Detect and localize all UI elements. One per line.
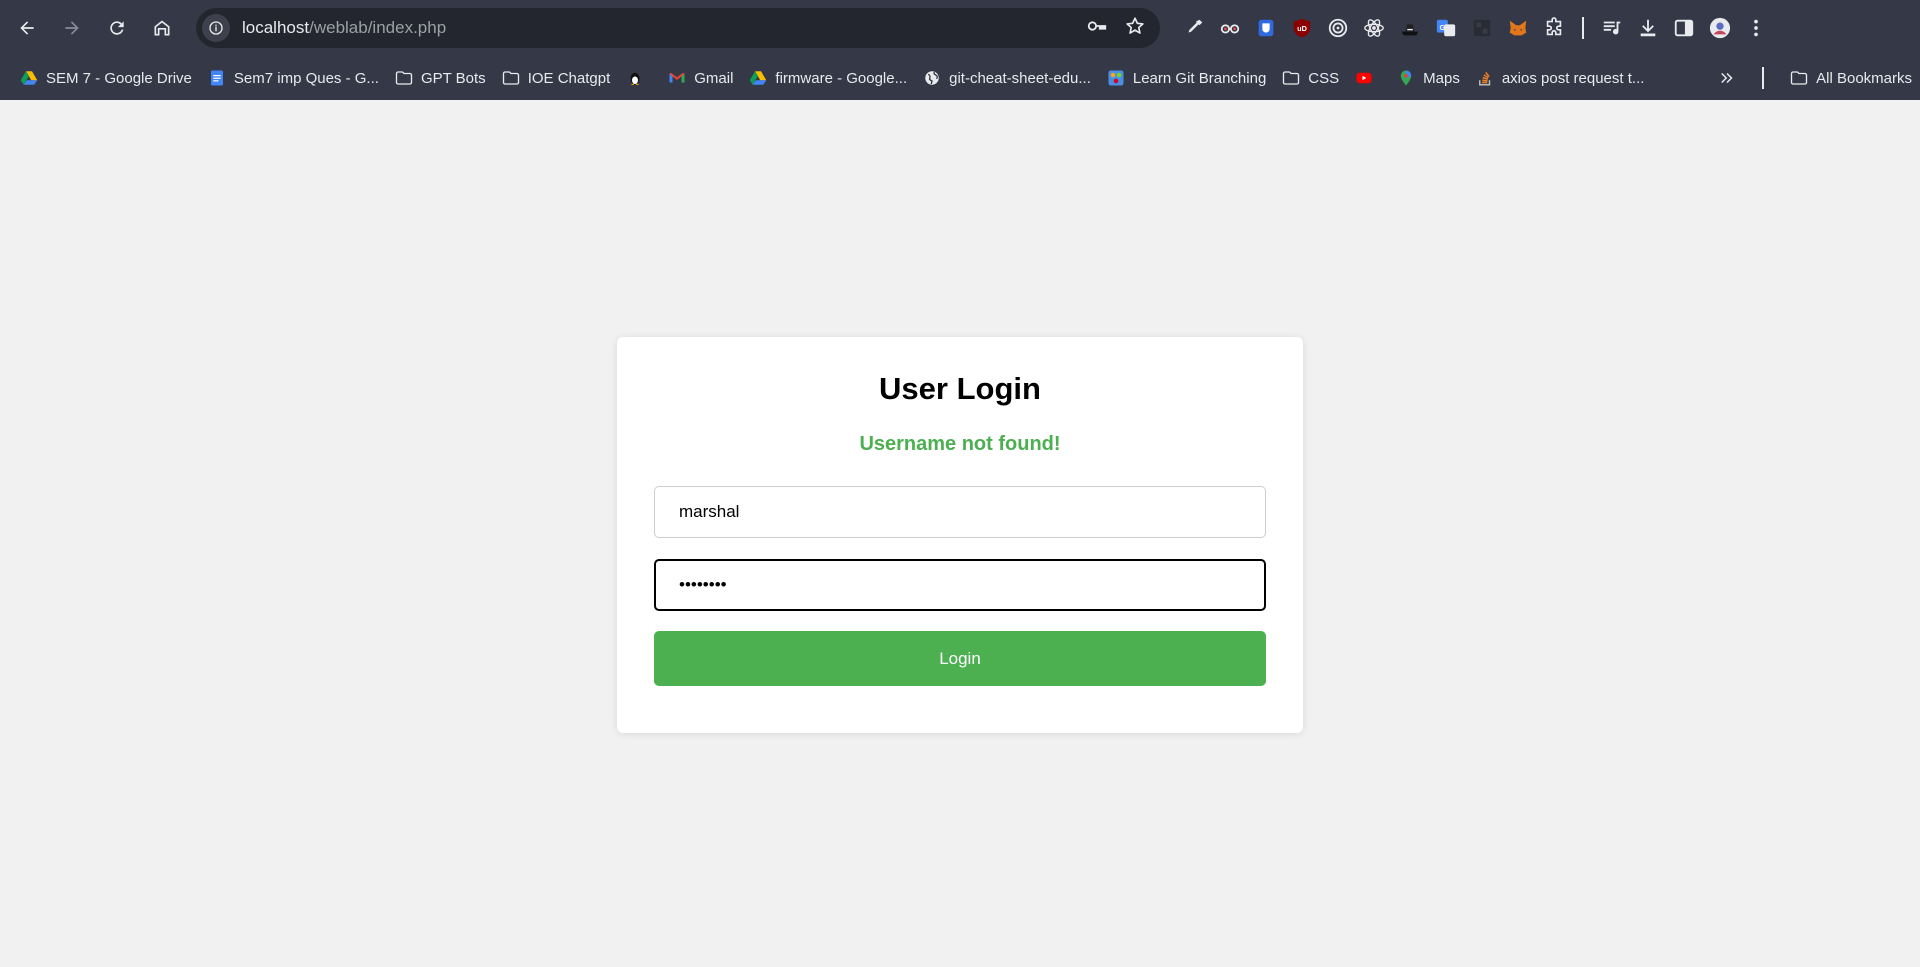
react-devtools-extension-icon[interactable]	[1356, 10, 1392, 46]
url-path: /weblab/index.php	[309, 18, 447, 37]
bookmark-label: Gmail	[694, 69, 734, 87]
svg-text:G: G	[1439, 23, 1445, 32]
stackoverflow-icon	[1476, 69, 1494, 87]
globe-icon	[923, 69, 941, 87]
google-maps-icon	[1397, 69, 1415, 87]
bookmark-star-icon[interactable]	[1124, 15, 1146, 42]
login-button[interactable]: Login	[654, 631, 1266, 686]
grey-square-extension-icon[interactable]	[1464, 10, 1500, 46]
home-button[interactable]	[144, 10, 180, 46]
forward-arrow-icon	[65, 21, 79, 35]
bookmark-label: GPT Bots	[420, 69, 486, 87]
folder-icon	[1282, 69, 1300, 87]
forward-button[interactable]	[54, 10, 90, 46]
target-extension-icon[interactable]	[1320, 10, 1356, 46]
folder-icon	[395, 69, 413, 87]
hat-extension-icon[interactable]	[1392, 10, 1428, 46]
bookmark-label: firmware - Google...	[775, 69, 908, 87]
learn-git-icon	[1107, 69, 1125, 87]
browser-menu-icon[interactable]	[1738, 10, 1774, 46]
bookmark-item[interactable]: Maps	[1389, 63, 1468, 93]
all-bookmarks-folder[interactable]: All Bookmarks	[1782, 63, 1920, 93]
address-bar[interactable]: localhost/weblab/index.php	[196, 8, 1160, 48]
reload-button[interactable]	[99, 10, 135, 46]
gmail-icon	[668, 69, 686, 87]
login-card: User Login Username not found! Login	[617, 337, 1303, 733]
bookmark-folder[interactable]: GPT Bots	[387, 63, 494, 93]
side-panel-icon[interactable]	[1666, 10, 1702, 46]
profile-avatar[interactable]	[1702, 10, 1738, 46]
bookmark-label: axios post request t...	[1501, 69, 1645, 87]
google-translate-extension-icon[interactable]: G	[1428, 10, 1464, 46]
home-icon	[154, 20, 170, 36]
url-host: localhost	[242, 18, 310, 37]
downloads-icon[interactable]	[1630, 10, 1666, 46]
toolbar-separator	[1582, 17, 1584, 39]
bookmarks-bar: SEM 7 - Google Drive Sem7 imp Ques - G..…	[0, 56, 1920, 100]
browser-toolbar: localhost/weblab/index.php uD G	[0, 0, 1920, 56]
bookmark-label: IOE Chatgpt	[527, 69, 611, 87]
bookmark-item[interactable]: Sem7 imp Ques - G...	[200, 63, 387, 93]
all-bookmarks-label: All Bookmarks	[1816, 69, 1912, 87]
bookmark-label: Learn Git Branching	[1132, 69, 1267, 87]
bookmark-label: Sem7 imp Ques - G...	[233, 69, 379, 87]
username-input[interactable]	[654, 486, 1266, 538]
bookmark-label: SEM 7 - Google Drive	[46, 69, 192, 87]
linux-penguin-icon	[626, 69, 644, 87]
bookmark-label: git-cheat-sheet-edu...	[949, 69, 1091, 87]
password-key-icon[interactable]	[1086, 15, 1108, 42]
youtube-icon	[1355, 69, 1373, 87]
google-drive-icon	[749, 69, 767, 87]
back-button[interactable]	[9, 10, 45, 46]
bookmark-item[interactable]: SEM 7 - Google Drive	[12, 63, 200, 93]
ublock-extension-icon[interactable]: uD	[1284, 10, 1320, 46]
extensions-puzzle-icon[interactable]	[1536, 10, 1572, 46]
google-docs-icon	[208, 69, 226, 87]
password-input[interactable]	[654, 559, 1266, 611]
bitwarden-extension-icon[interactable]	[1248, 10, 1284, 46]
bookmark-item[interactable]: firmware - Google...	[741, 63, 915, 93]
bookmark-item[interactable]: git-cheat-sheet-edu...	[915, 63, 1099, 93]
bookmark-folder[interactable]: IOE Chatgpt	[494, 63, 619, 93]
glasses-extension-icon[interactable]	[1212, 10, 1248, 46]
error-message: Username not found!	[859, 433, 1061, 455]
metamask-extension-icon[interactable]	[1500, 10, 1536, 46]
url-text[interactable]: localhost/weblab/index.php	[242, 18, 446, 38]
bookmark-item[interactable]: Learn Git Branching	[1099, 63, 1274, 93]
more-bookmarks-button[interactable]	[1710, 63, 1744, 93]
back-arrow-icon	[20, 21, 34, 35]
bookmark-label: Maps	[1423, 69, 1460, 87]
reload-icon	[110, 21, 124, 35]
google-drive-icon	[20, 69, 38, 87]
extensions-area: uD G	[1176, 10, 1774, 46]
bookmarks-separator	[1762, 67, 1765, 89]
folder-icon	[1790, 69, 1808, 87]
login-title: User Login	[879, 371, 1041, 406]
folder-icon	[502, 69, 520, 87]
svg-text:uD: uD	[1297, 24, 1307, 33]
site-info-icon[interactable]	[202, 14, 230, 42]
bookmark-item[interactable]	[1347, 63, 1389, 93]
bookmark-item[interactable]	[618, 63, 660, 93]
media-control-icon[interactable]	[1594, 10, 1630, 46]
bookmark-item[interactable]: Gmail	[660, 63, 741, 93]
bookmark-label: CSS	[1308, 69, 1340, 87]
bookmark-item[interactable]: axios post request t...	[1468, 63, 1653, 93]
eyedropper-extension-icon[interactable]	[1176, 10, 1212, 46]
bookmark-folder[interactable]: CSS	[1274, 63, 1347, 93]
chevron-double-right-icon	[1718, 69, 1736, 87]
